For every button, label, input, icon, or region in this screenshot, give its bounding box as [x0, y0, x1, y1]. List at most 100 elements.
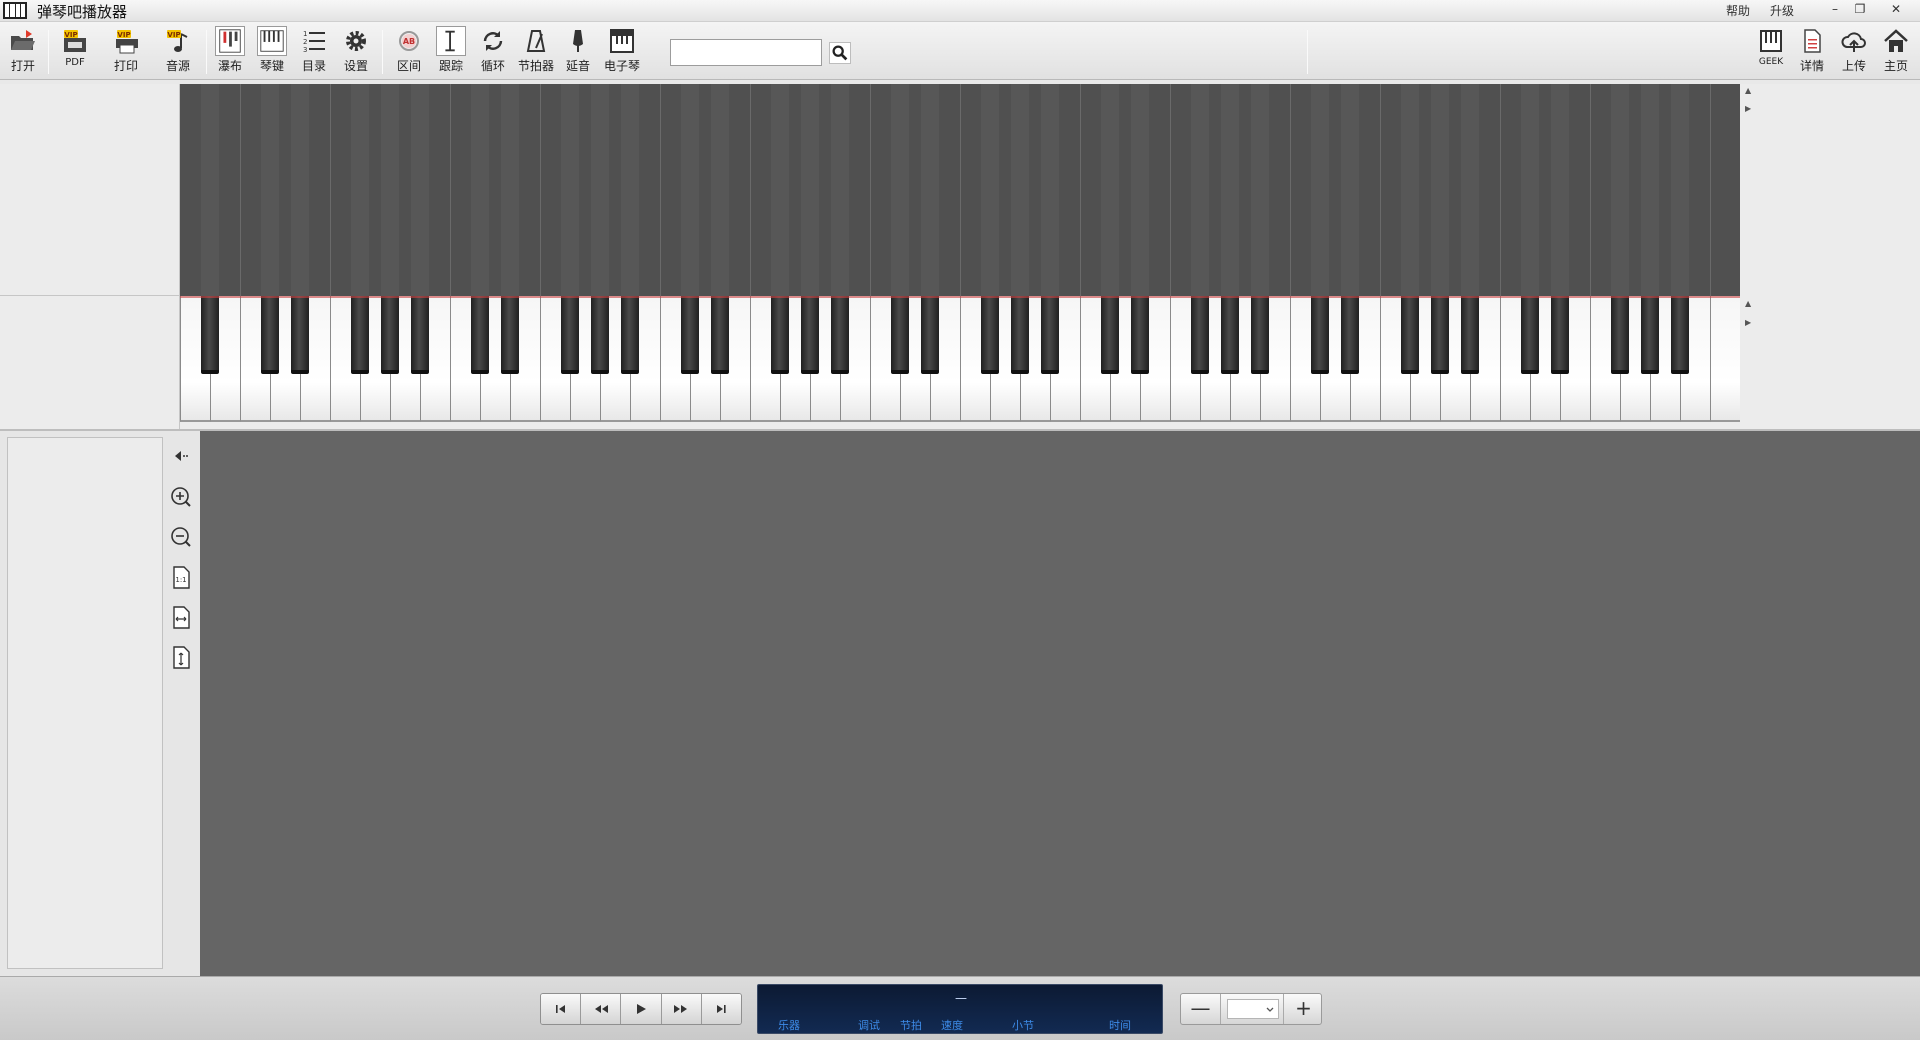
waterfall-lane — [591, 84, 609, 296]
upgrade-link[interactable]: 升级 — [1770, 2, 1794, 19]
metronome-button[interactable]: 节拍器 — [514, 26, 558, 78]
black-key[interactable] — [1041, 296, 1059, 374]
black-key[interactable] — [801, 296, 819, 374]
black-key[interactable] — [1341, 296, 1359, 374]
toolbar-separator — [1307, 30, 1308, 74]
open-button[interactable]: 打开 — [1, 26, 45, 78]
black-key[interactable] — [261, 296, 279, 374]
waterfall-display[interactable] — [180, 84, 1740, 296]
black-key[interactable] — [1611, 296, 1629, 374]
toolbar: 打开 VIP PDF VIP 打印 VIP 音源 瀑布 琴键 1 2 3 目录 … — [0, 22, 1920, 80]
waterfall-octave-line — [750, 84, 751, 296]
white-key[interactable] — [1710, 296, 1740, 422]
black-key[interactable] — [471, 296, 489, 374]
zoom-increase-button[interactable]: + — [1283, 994, 1323, 1024]
details-button[interactable]: 详情 — [1790, 26, 1834, 78]
black-key[interactable] — [501, 296, 519, 374]
scroll-up-arrow-icon[interactable]: ▲ — [1745, 299, 1751, 308]
fit-width-button[interactable] — [168, 604, 194, 630]
skip-start-icon — [555, 1005, 565, 1013]
range-button[interactable]: AB 区间 — [387, 26, 431, 78]
play-button[interactable] — [621, 994, 662, 1024]
zoom-decrease-button[interactable]: — — [1181, 994, 1221, 1024]
home-button[interactable]: 主页 — [1874, 26, 1918, 78]
geek-button[interactable]: GEEK — [1749, 26, 1793, 78]
help-link[interactable]: 帮助 — [1726, 2, 1750, 19]
black-key[interactable] — [411, 296, 429, 374]
fit-height-button[interactable] — [168, 644, 194, 670]
fast-forward-button[interactable] — [661, 994, 702, 1024]
upload-button[interactable]: 上传 — [1832, 26, 1876, 78]
black-key[interactable] — [891, 296, 909, 374]
black-key[interactable] — [771, 296, 789, 374]
scroll-up-arrow-icon[interactable]: ▲ — [1745, 86, 1751, 95]
actual-size-button[interactable]: 1:1 — [168, 564, 194, 590]
black-key[interactable] — [1401, 296, 1419, 374]
fit-height-icon — [173, 646, 190, 669]
sustain-button[interactable]: 延音 — [556, 26, 600, 78]
tempo-label[interactable]: 速度 — [941, 1017, 963, 1033]
black-key[interactable] — [1131, 296, 1149, 374]
black-key[interactable] — [1311, 296, 1329, 374]
zoom-select[interactable] — [1227, 999, 1279, 1019]
black-key[interactable] — [1521, 296, 1539, 374]
black-key[interactable] — [1641, 296, 1659, 374]
scroll-right-arrow-icon[interactable]: ▶ — [1745, 104, 1751, 113]
black-key[interactable] — [711, 296, 729, 374]
cloud-upload-icon — [1841, 32, 1866, 52]
black-key[interactable] — [351, 296, 369, 374]
black-key[interactable] — [681, 296, 699, 374]
settings-button[interactable]: 设置 — [334, 26, 378, 78]
keyboard-toggle[interactable]: 琴键 — [250, 26, 294, 78]
scroll-right-arrow-icon[interactable]: ▶ — [1745, 318, 1751, 327]
black-key[interactable] — [1101, 296, 1119, 374]
black-key[interactable] — [831, 296, 849, 374]
beat-label[interactable]: 节拍 — [900, 1017, 922, 1033]
black-key[interactable] — [1461, 296, 1479, 374]
score-view[interactable] — [200, 431, 1920, 976]
black-key[interactable] — [621, 296, 639, 374]
black-key[interactable] — [1551, 296, 1569, 374]
black-key[interactable] — [591, 296, 609, 374]
minimize-button[interactable]: – — [1824, 1, 1846, 17]
black-key[interactable] — [561, 296, 579, 374]
time-label[interactable]: 时间 — [1109, 1017, 1131, 1033]
vip-print-icon: VIP — [116, 30, 138, 54]
restore-button[interactable]: ❐ — [1849, 1, 1871, 17]
sound-source-button[interactable]: VIP 音源 — [156, 26, 200, 78]
close-button[interactable]: ✕ — [1885, 1, 1907, 17]
geek-label: GEEK — [1758, 57, 1784, 67]
loop-button[interactable]: 循环 — [471, 26, 515, 78]
debug-label[interactable]: 调试 — [858, 1017, 880, 1033]
electronic-keyboard-button[interactable]: 电子琴 — [600, 26, 644, 78]
track-toggle[interactable]: 跟踪 — [429, 26, 473, 78]
zoom-in-button[interactable] — [168, 484, 194, 510]
black-key[interactable] — [1251, 296, 1269, 374]
black-key[interactable] — [981, 296, 999, 374]
black-key[interactable] — [1431, 296, 1449, 374]
black-key[interactable] — [201, 296, 219, 374]
instrument-label[interactable]: 乐器 — [778, 1017, 800, 1033]
rewind-button[interactable] — [581, 994, 622, 1024]
go-to-start-button[interactable] — [541, 994, 582, 1024]
go-to-end-button[interactable] — [701, 994, 741, 1024]
pdf-button[interactable]: VIP PDF — [53, 26, 97, 78]
zoom-out-button[interactable] — [168, 524, 194, 550]
print-button[interactable]: VIP 打印 — [104, 26, 148, 78]
svg-text:3: 3 — [303, 46, 307, 54]
catalog-button[interactable]: 123 目录 — [292, 26, 336, 78]
black-key[interactable] — [921, 296, 939, 374]
black-key[interactable] — [1221, 296, 1239, 374]
waterfall-lane — [831, 84, 849, 296]
waterfall-toggle[interactable]: 瀑布 — [208, 26, 252, 78]
black-key[interactable] — [291, 296, 309, 374]
measure-label[interactable]: 小节 — [1012, 1017, 1034, 1033]
black-key[interactable] — [1011, 296, 1029, 374]
search-input[interactable] — [670, 39, 822, 66]
black-key[interactable] — [1191, 296, 1209, 374]
collapse-panel-button[interactable] — [168, 443, 194, 469]
black-key[interactable] — [1671, 296, 1689, 374]
search-button[interactable] — [829, 42, 851, 64]
piano-keyboard[interactable] — [180, 296, 1740, 422]
black-key[interactable] — [381, 296, 399, 374]
